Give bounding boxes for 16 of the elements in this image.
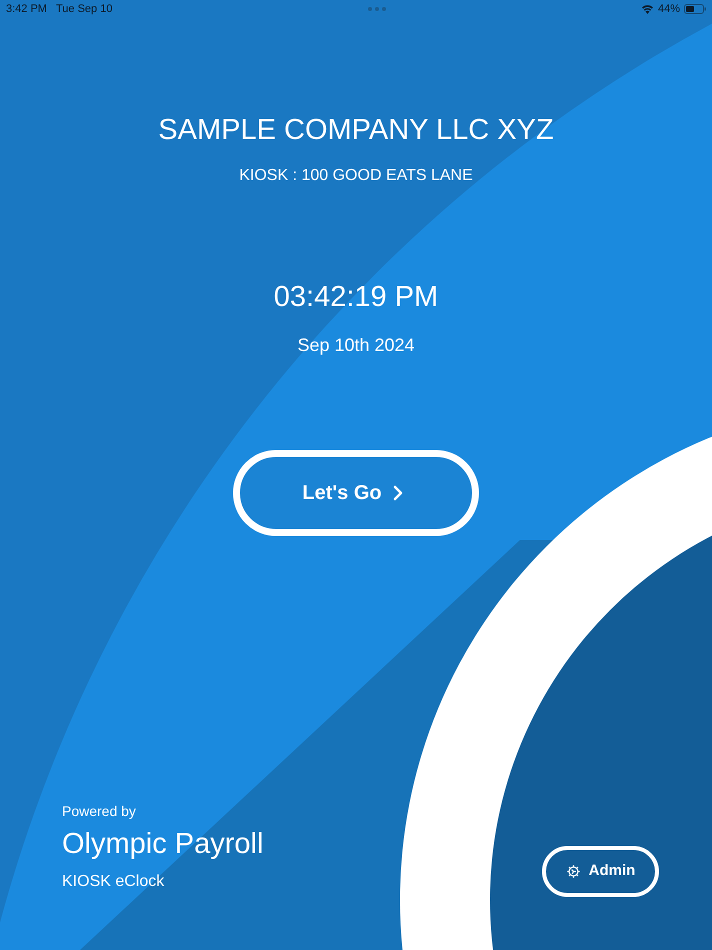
status-date: Tue Sep 10 [56, 2, 112, 17]
powered-by-label: Powered by [62, 802, 137, 821]
company-name: SAMPLE COMPANY LLC XYZ [158, 113, 554, 148]
clock-time: 03:42:19 PM [274, 280, 438, 315]
gear-icon [566, 864, 581, 879]
kiosk-location: KIOSK : 100 GOOD EATS LANE [239, 166, 473, 186]
battery-percent: 44% [658, 2, 680, 17]
brand-name: Olympic Payroll [62, 827, 264, 862]
lets-go-button[interactable]: Let's Go [233, 450, 479, 536]
current-date: Sep 10th 2024 [297, 334, 415, 357]
more-dots-icon [368, 7, 386, 11]
wifi-icon [640, 4, 654, 14]
status-time: 3:42 PM [6, 2, 47, 17]
product-name: KIOSK eClock [62, 872, 166, 892]
battery-icon [684, 4, 706, 14]
admin-button[interactable]: Admin [542, 846, 659, 897]
